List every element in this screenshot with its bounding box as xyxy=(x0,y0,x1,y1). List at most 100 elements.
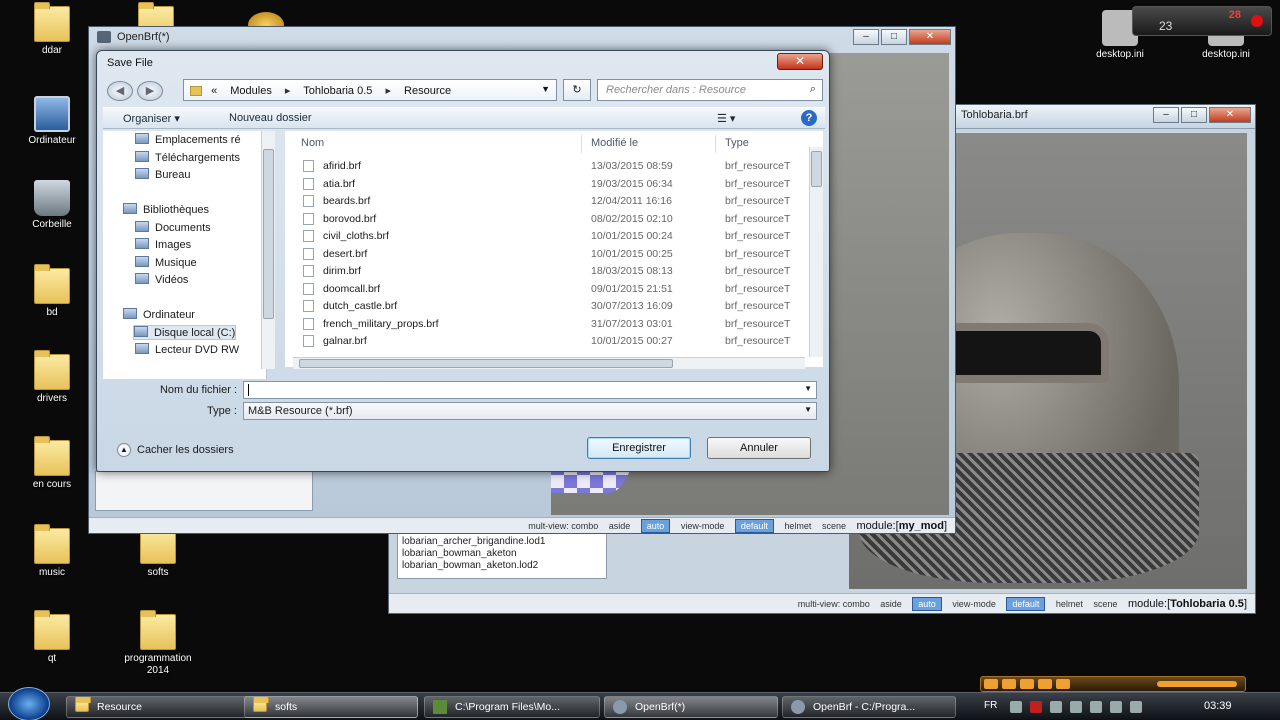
file-row[interactable]: dutch_castle.brf 30/07/2013 16:09 brf_reso… xyxy=(285,297,805,314)
clock[interactable]: 03:39 xyxy=(1204,700,1232,712)
volume-icon[interactable] xyxy=(1130,701,1142,713)
column-header-modified[interactable]: Modifié le xyxy=(591,137,638,149)
organize-menu[interactable]: Organiser ▾ xyxy=(123,112,180,125)
file-row[interactable]: afirid.brf 13/03/2015 08:59 brf_resourceT xyxy=(285,157,805,174)
status-scene[interactable]: scene xyxy=(1093,599,1117,609)
nav-item-music[interactable]: Musique xyxy=(135,256,197,269)
close-button[interactable]: ✕ xyxy=(909,29,951,45)
desktop-icon-corbeille[interactable]: Corbeille xyxy=(12,180,92,231)
chevron-down-icon[interactable]: ▼ xyxy=(541,84,550,94)
dialog-close-button[interactable]: ✕ xyxy=(777,53,823,70)
tray-app-icon[interactable] xyxy=(1070,701,1082,713)
list-item[interactable]: lobarian_bowman_aketon xyxy=(402,548,602,560)
filename-input[interactable]: ▼ xyxy=(243,381,817,399)
start-button[interactable] xyxy=(8,687,50,720)
taskbar-item-softs[interactable]: softs xyxy=(244,696,418,718)
scrollbar-thumb[interactable] xyxy=(299,359,673,368)
file-row[interactable]: doomcall.brf 09/01/2015 21:51 brf_resource… xyxy=(285,280,805,297)
maximize-button[interactable]: □ xyxy=(1181,107,1207,123)
status-multiview[interactable]: mult-view: combo xyxy=(528,521,598,531)
status-default[interactable]: default xyxy=(734,519,774,533)
nav-item-libraries[interactable]: Bibliothèques xyxy=(123,203,209,216)
file-row[interactable]: borovod.brf 08/02/2015 02:10 brf_resourceT xyxy=(285,210,805,227)
views-icon[interactable]: ☰ ▾ xyxy=(717,112,735,125)
volume-slider[interactable] xyxy=(1157,681,1237,687)
file-type-select[interactable]: M&B Resource (*.brf) ▼ xyxy=(243,402,817,420)
pause-icon[interactable] xyxy=(1020,679,1034,689)
column-header-name[interactable]: Nom xyxy=(301,137,324,149)
list-item[interactable]: lobarian_archer_brigandine.lod1 xyxy=(402,536,602,548)
back-button[interactable]: ◀ xyxy=(107,81,133,101)
stop-icon[interactable] xyxy=(1038,679,1052,689)
status-helmet[interactable]: helmet xyxy=(784,521,811,531)
clock-gadget[interactable]: 23 28 xyxy=(1132,6,1272,36)
desktop-icon-ddar[interactable]: ddar xyxy=(12,2,92,57)
file-list-hscrollbar[interactable] xyxy=(293,357,805,369)
list-item[interactable]: lobarian_bowman_aketon.lod2 xyxy=(402,560,602,572)
search-icon[interactable]: ⌕ xyxy=(810,83,816,96)
file-row[interactable]: galnar.brf 10/01/2015 00:27 brf_resourceT xyxy=(285,332,805,349)
breadcrumb-separator[interactable]: ▸ xyxy=(285,85,291,97)
file-row[interactable]: beards.brf 12/04/2011 16:16 brf_resourceT xyxy=(285,192,805,209)
nav-item-documents[interactable]: Documents xyxy=(135,221,211,234)
mesh-list[interactable]: lobarian_archer_brigandine.lod1 lobarian… xyxy=(397,533,607,579)
chevron-down-icon[interactable]: ▼ xyxy=(804,384,812,393)
minimize-button[interactable]: – xyxy=(853,29,879,45)
language-indicator[interactable]: FR xyxy=(984,700,997,711)
file-row[interactable]: atia.brf 19/03/2015 06:34 brf_resourceT xyxy=(285,175,805,192)
desktop-icon-music[interactable]: music xyxy=(12,524,92,579)
breadcrumb-tohlobaria[interactable]: Tohlobaria 0.5 xyxy=(303,85,372,97)
nav-item-images[interactable]: Images xyxy=(135,238,191,251)
play-icon[interactable] xyxy=(1002,679,1016,689)
desktop-icon-qt[interactable]: qt xyxy=(12,610,92,665)
nav-item-recent-places[interactable]: Emplacements ré xyxy=(135,133,241,146)
nav-item-desktop[interactable]: Bureau xyxy=(135,168,190,181)
desktop-icon-ordinateur[interactable]: Ordinateur xyxy=(12,96,92,147)
file-row[interactable]: desert.brf 10/01/2015 00:25 brf_resourceT xyxy=(285,245,805,262)
column-separator[interactable] xyxy=(715,135,716,153)
nav-item-downloads[interactable]: Téléchargements xyxy=(135,151,240,164)
address-prefix[interactable]: « xyxy=(211,85,217,97)
nav-item-dvd-drive[interactable]: Lecteur DVD RW xyxy=(135,343,239,356)
desktop-icon-programmation[interactable]: programmation 2014 xyxy=(118,610,198,677)
next-icon[interactable] xyxy=(1056,679,1070,689)
file-row[interactable]: dirim.brf 18/03/2015 08:13 brf_resourceT xyxy=(285,262,805,279)
address-bar[interactable]: « Modules ▸ Tohlobaria 0.5 ▸ Resource ▼ xyxy=(183,79,557,101)
nav-item-videos[interactable]: Vidéos xyxy=(135,273,188,286)
status-aside[interactable]: aside xyxy=(609,521,631,531)
scrollbar-thumb[interactable] xyxy=(811,151,822,187)
status-helmet[interactable]: helmet xyxy=(1056,599,1083,609)
search-input[interactable]: Rechercher dans : Resource ⌕ xyxy=(597,79,823,101)
status-scene[interactable]: scene xyxy=(822,521,846,531)
scrollbar-thumb[interactable] xyxy=(263,149,274,319)
breadcrumb-modules[interactable]: Modules xyxy=(230,85,272,97)
refresh-button[interactable]: ↻ xyxy=(563,79,591,101)
nav-item-computer[interactable]: Ordinateur xyxy=(123,308,195,321)
status-auto[interactable]: auto xyxy=(640,519,671,533)
breadcrumb-separator[interactable]: ▸ xyxy=(385,85,391,97)
taskbar-item-program-files[interactable]: C:\Program Files\Mo... xyxy=(424,696,600,718)
forward-button[interactable]: ▶ xyxy=(137,81,163,101)
close-button[interactable]: ✕ xyxy=(1209,107,1251,123)
tray-app-icon[interactable] xyxy=(1050,701,1062,713)
prev-icon[interactable] xyxy=(984,679,998,689)
hide-folders-toggle[interactable]: ▲ Cacher les dossiers xyxy=(117,443,234,457)
minimize-button[interactable]: – xyxy=(1153,107,1179,123)
new-folder-button[interactable]: Nouveau dossier xyxy=(229,112,312,124)
file-row[interactable]: civil_cloths.brf 10/01/2015 00:24 brf_reso… xyxy=(285,227,805,244)
taskbar-item-openbrf-main[interactable]: OpenBrf(*) xyxy=(604,696,778,718)
tray-app-icon[interactable] xyxy=(1030,701,1042,713)
maximize-button[interactable]: □ xyxy=(881,29,907,45)
breadcrumb-resource[interactable]: Resource xyxy=(404,85,451,97)
desktop-icon-en-cours[interactable]: en cours xyxy=(12,436,92,491)
nav-pane-scrollbar[interactable] xyxy=(261,131,275,369)
status-multiview[interactable]: multi-view: combo xyxy=(798,599,870,609)
help-icon[interactable]: ? xyxy=(801,110,817,126)
desktop-icon-drivers[interactable]: drivers xyxy=(12,350,92,405)
file-list-scrollbar[interactable] xyxy=(809,147,823,357)
window-titlebar[interactable]: OpenBrf(*) – □ ✕ xyxy=(89,27,955,47)
nav-item-local-disk[interactable]: Disque local (C:) xyxy=(133,325,237,340)
cancel-button[interactable]: Annuler xyxy=(707,437,811,459)
file-row[interactable]: french_military_props.brf 31/07/2013 03:0… xyxy=(285,315,805,332)
chevron-down-icon[interactable]: ▼ xyxy=(804,405,812,414)
